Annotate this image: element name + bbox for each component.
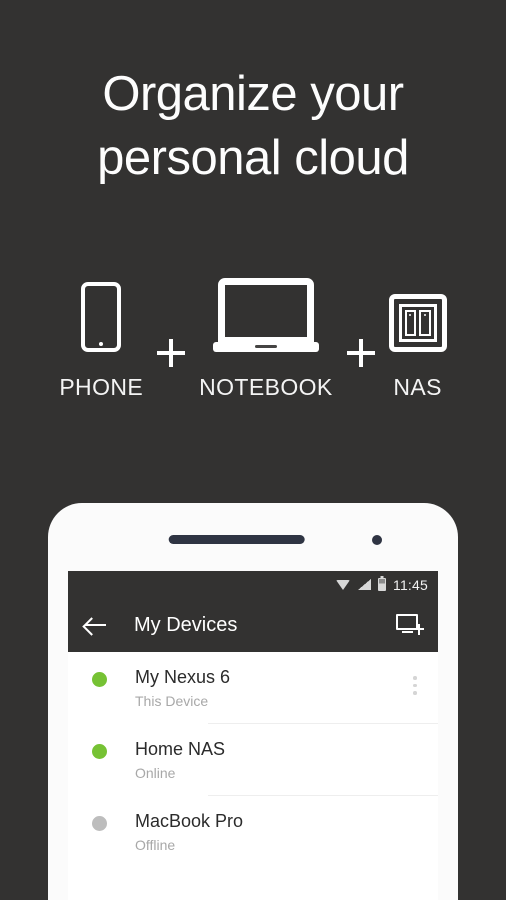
list-item-text: Home NAS Online [135, 738, 426, 795]
list-item-title: MacBook Pro [135, 811, 244, 831]
status-bar-clock: 11:45 [393, 576, 428, 593]
list-item-title: Home NAS [135, 739, 226, 759]
headline-line-1: Organize your [102, 67, 404, 121]
add-device-icon[interactable] [396, 613, 424, 637]
overflow-dot [413, 676, 417, 680]
more-vertical-icon[interactable] [404, 666, 426, 695]
list-item[interactable]: Home NAS Online [68, 724, 438, 795]
phone-icon-screen [88, 291, 115, 338]
page-title: Organize your personal cloud [0, 62, 506, 190]
plus-separator-2 [346, 339, 375, 401]
signal-icon [358, 579, 371, 590]
phone-icon [81, 282, 122, 352]
list-item-subtitle: This Device [135, 693, 209, 709]
nas-icon-container [388, 268, 447, 352]
list-item-subtitle: Offline [135, 837, 176, 853]
add-device-stand [402, 631, 413, 633]
device-type-notebook: NOTEBOOK [199, 268, 333, 401]
notebook-icon-notch [254, 345, 277, 348]
status-badge [92, 744, 107, 759]
overflow-dot [413, 691, 417, 695]
status-bar: 11:45 [68, 571, 438, 598]
phone-icon-home-dot [99, 342, 104, 346]
status-badge [92, 816, 107, 831]
nas-icon-bay [404, 310, 417, 336]
nas-icon [388, 294, 447, 352]
plus-icon [157, 339, 186, 367]
list-item[interactable]: My Nexus 6 This Device [68, 652, 438, 723]
phone-screen: 11:45 My Devices My Nexus 6 This Device [68, 571, 438, 900]
plus-icon [346, 339, 375, 367]
list-item-subtitle: Online [135, 765, 176, 781]
plus-separator-1 [157, 339, 186, 401]
nas-icon-bay [419, 310, 431, 336]
back-arrow-icon[interactable] [82, 612, 108, 638]
list-item-title: My Nexus 6 [135, 667, 231, 687]
phone-label: PHONE [59, 374, 144, 400]
notebook-icon [212, 278, 319, 352]
notebook-icon-lid [217, 278, 314, 342]
list-item[interactable]: MacBook Pro Offline [68, 796, 438, 867]
app-bar: My Devices [68, 598, 438, 652]
notebook-icon-base [212, 342, 319, 352]
app-bar-title: My Devices [134, 613, 238, 636]
list-item-text: My Nexus 6 This Device [135, 666, 404, 723]
notebook-label: NOTEBOOK [199, 374, 333, 400]
phone-speaker-grille [168, 535, 305, 544]
list-item-text: MacBook Pro Offline [135, 810, 426, 867]
add-device-plus-v [417, 623, 420, 635]
headline-line-2: personal cloud [97, 131, 409, 185]
device-type-nas: NAS [388, 268, 447, 401]
battery-icon [378, 578, 386, 591]
phone-icon-container [81, 268, 122, 352]
nas-icon-inner [398, 304, 437, 342]
device-type-phone: PHONE [59, 268, 143, 401]
nas-label: NAS [393, 374, 442, 400]
notebook-icon-container [212, 268, 319, 352]
phone-front-camera [372, 535, 382, 545]
wifi-icon [336, 579, 351, 590]
device-types-row: PHONE NOTEBOOK NAS [0, 268, 506, 401]
device-list: My Nexus 6 This Device Home NAS Online M… [68, 652, 438, 867]
overflow-dot [413, 683, 417, 687]
status-badge [92, 672, 107, 687]
phone-mockup: 11:45 My Devices My Nexus 6 This Device [48, 503, 458, 900]
